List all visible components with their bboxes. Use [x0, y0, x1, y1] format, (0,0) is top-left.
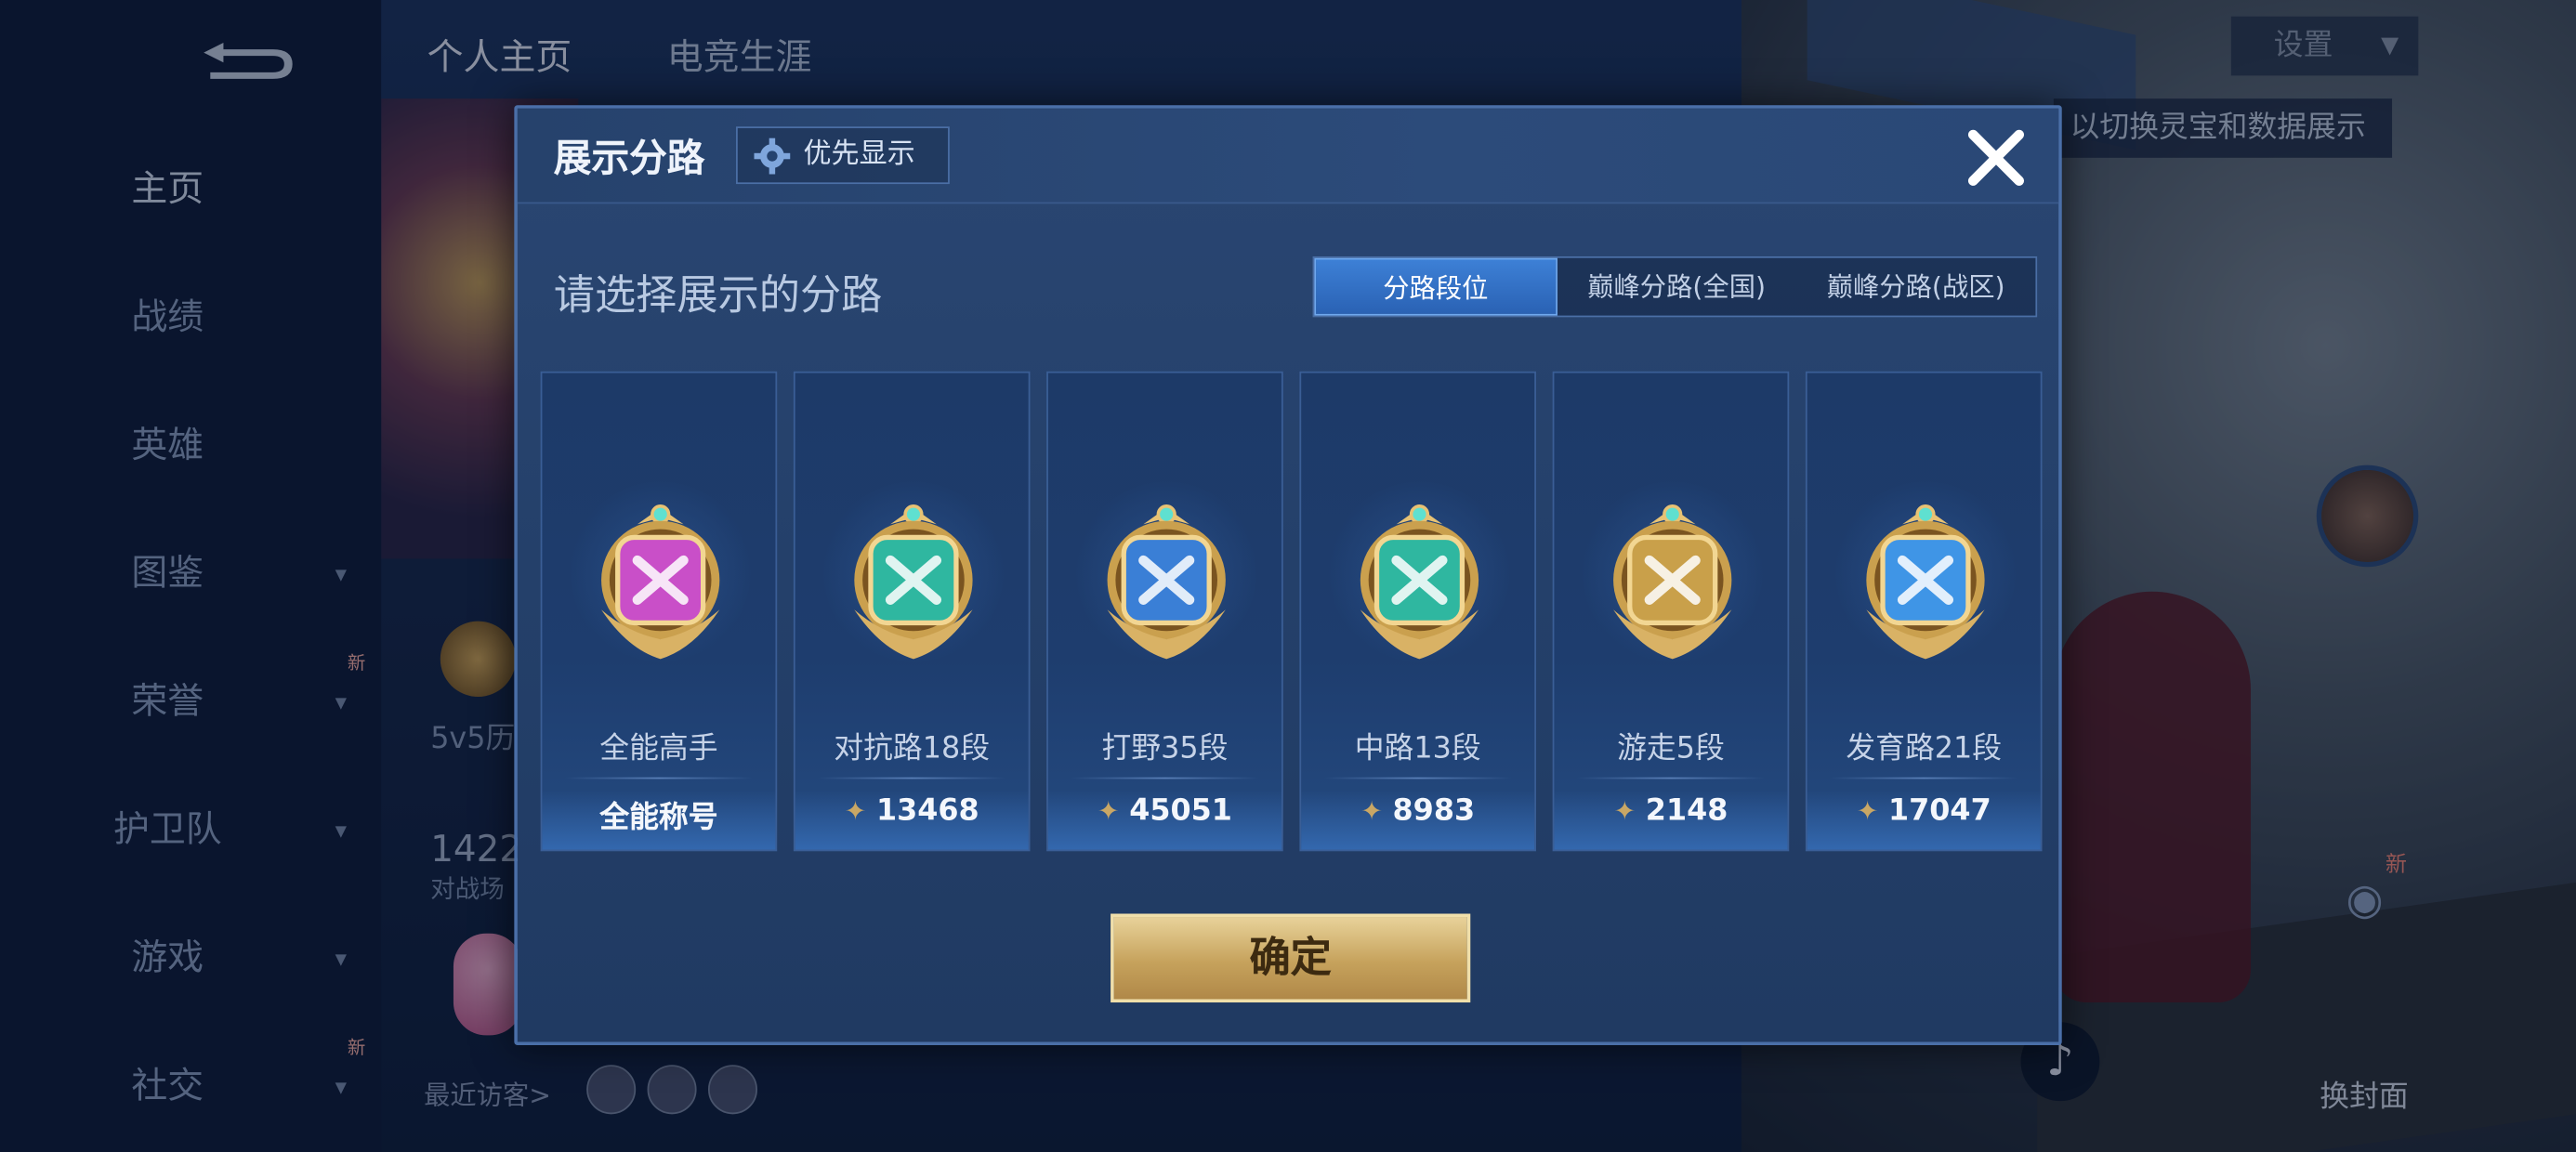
lane-rank-label: 打野35段	[1101, 731, 1229, 766]
lane-score: ✦ 2148	[1554, 793, 1787, 828]
all-round-badge-icon	[601, 504, 720, 660]
lane-score-value: 全能称号	[599, 800, 718, 835]
dialog-title: 展示分路	[553, 137, 705, 181]
card-divider	[1830, 777, 2017, 779]
lane-score: ✦ 8983	[1301, 793, 1534, 828]
lane-score-value: 13468	[875, 793, 979, 829]
card-divider	[1071, 777, 1259, 779]
lane-score-value: 45051	[1129, 793, 1232, 829]
lane-card[interactable]: 中路13段 ✦ 8983	[1299, 371, 1536, 852]
lane-mode-segmented-control: 分路段位 巅峰分路(全国) 巅峰分路(战区)	[1312, 255, 2038, 318]
card-divider	[1577, 777, 1765, 779]
lane-score: ✦ 17047	[1807, 793, 2041, 828]
priority-display-label: 优先显示	[803, 137, 915, 171]
lane-score-value: 2148	[1645, 793, 1728, 829]
roam-badge-icon	[1613, 504, 1732, 660]
card-divider	[565, 777, 753, 779]
dialog-header: 展示分路 优先显示	[517, 108, 2059, 204]
clash-lane-badge-icon	[854, 504, 973, 660]
lane-display-dialog: 展示分路 优先显示 请选择展示的分路 分路段位 巅峰分路(全国) 巅峰分路(战区…	[514, 105, 2062, 1046]
gear-icon	[754, 137, 791, 175]
confirm-button[interactable]: 确定	[1111, 913, 1471, 1003]
lane-score: ✦ 13468	[795, 793, 1029, 828]
select-lane-prompt: 请选择展示的分路	[553, 270, 883, 320]
lane-score-value: 8983	[1392, 793, 1476, 829]
tab-peak-lane-region[interactable]: 巅峰分路(战区)	[1796, 258, 2036, 316]
lane-rank-label: 发育路21段	[1846, 731, 2003, 766]
lane-card[interactable]: 打野35段 ✦ 45051	[1046, 371, 1283, 852]
jungle-badge-icon	[1107, 504, 1226, 660]
priority-display-button[interactable]: 优先显示	[736, 126, 950, 185]
lane-rank-label: 中路13段	[1354, 731, 1481, 766]
mid-lane-badge-icon	[1360, 504, 1479, 660]
lane-rank-label: 对抗路18段	[834, 731, 991, 766]
lane-card[interactable]: 全能高手 全能称号	[540, 371, 778, 852]
tab-peak-lane-national[interactable]: 巅峰分路(全国)	[1557, 258, 1796, 316]
lane-rank-label: 全能高手	[599, 731, 718, 766]
tab-lane-rank[interactable]: 分路段位	[1314, 257, 1557, 316]
score-icon: ✦	[1360, 795, 1383, 827]
score-icon: ✦	[1856, 795, 1879, 827]
lane-rank-label: 游走5段	[1617, 731, 1725, 766]
lane-card[interactable]: 对抗路18段 ✦ 13468	[793, 371, 1031, 852]
card-divider	[1323, 777, 1512, 779]
lane-score: 全能称号	[542, 793, 775, 836]
close-icon[interactable]	[1964, 124, 2030, 190]
lane-score-value: 17047	[1888, 793, 1991, 829]
lane-card[interactable]: 发育路21段 ✦ 17047	[1805, 371, 2043, 852]
score-icon: ✦	[1613, 795, 1636, 827]
score-icon: ✦	[1097, 795, 1120, 827]
lane-score: ✦ 45051	[1048, 793, 1281, 828]
card-divider	[818, 777, 1005, 779]
lane-card[interactable]: 游走5段 ✦ 2148	[1552, 371, 1790, 852]
score-icon: ✦	[844, 795, 867, 827]
profile-screen: 主页 战绩 英雄 图鉴 ▾ 荣誉 ▾ 新护卫队 ▾ 游戏 ▾ 社交 ▾ 新 个人主页 电竞生涯 设置 ▼ …	[0, 0, 2576, 1152]
farm-lane-badge-icon	[1866, 504, 1985, 660]
